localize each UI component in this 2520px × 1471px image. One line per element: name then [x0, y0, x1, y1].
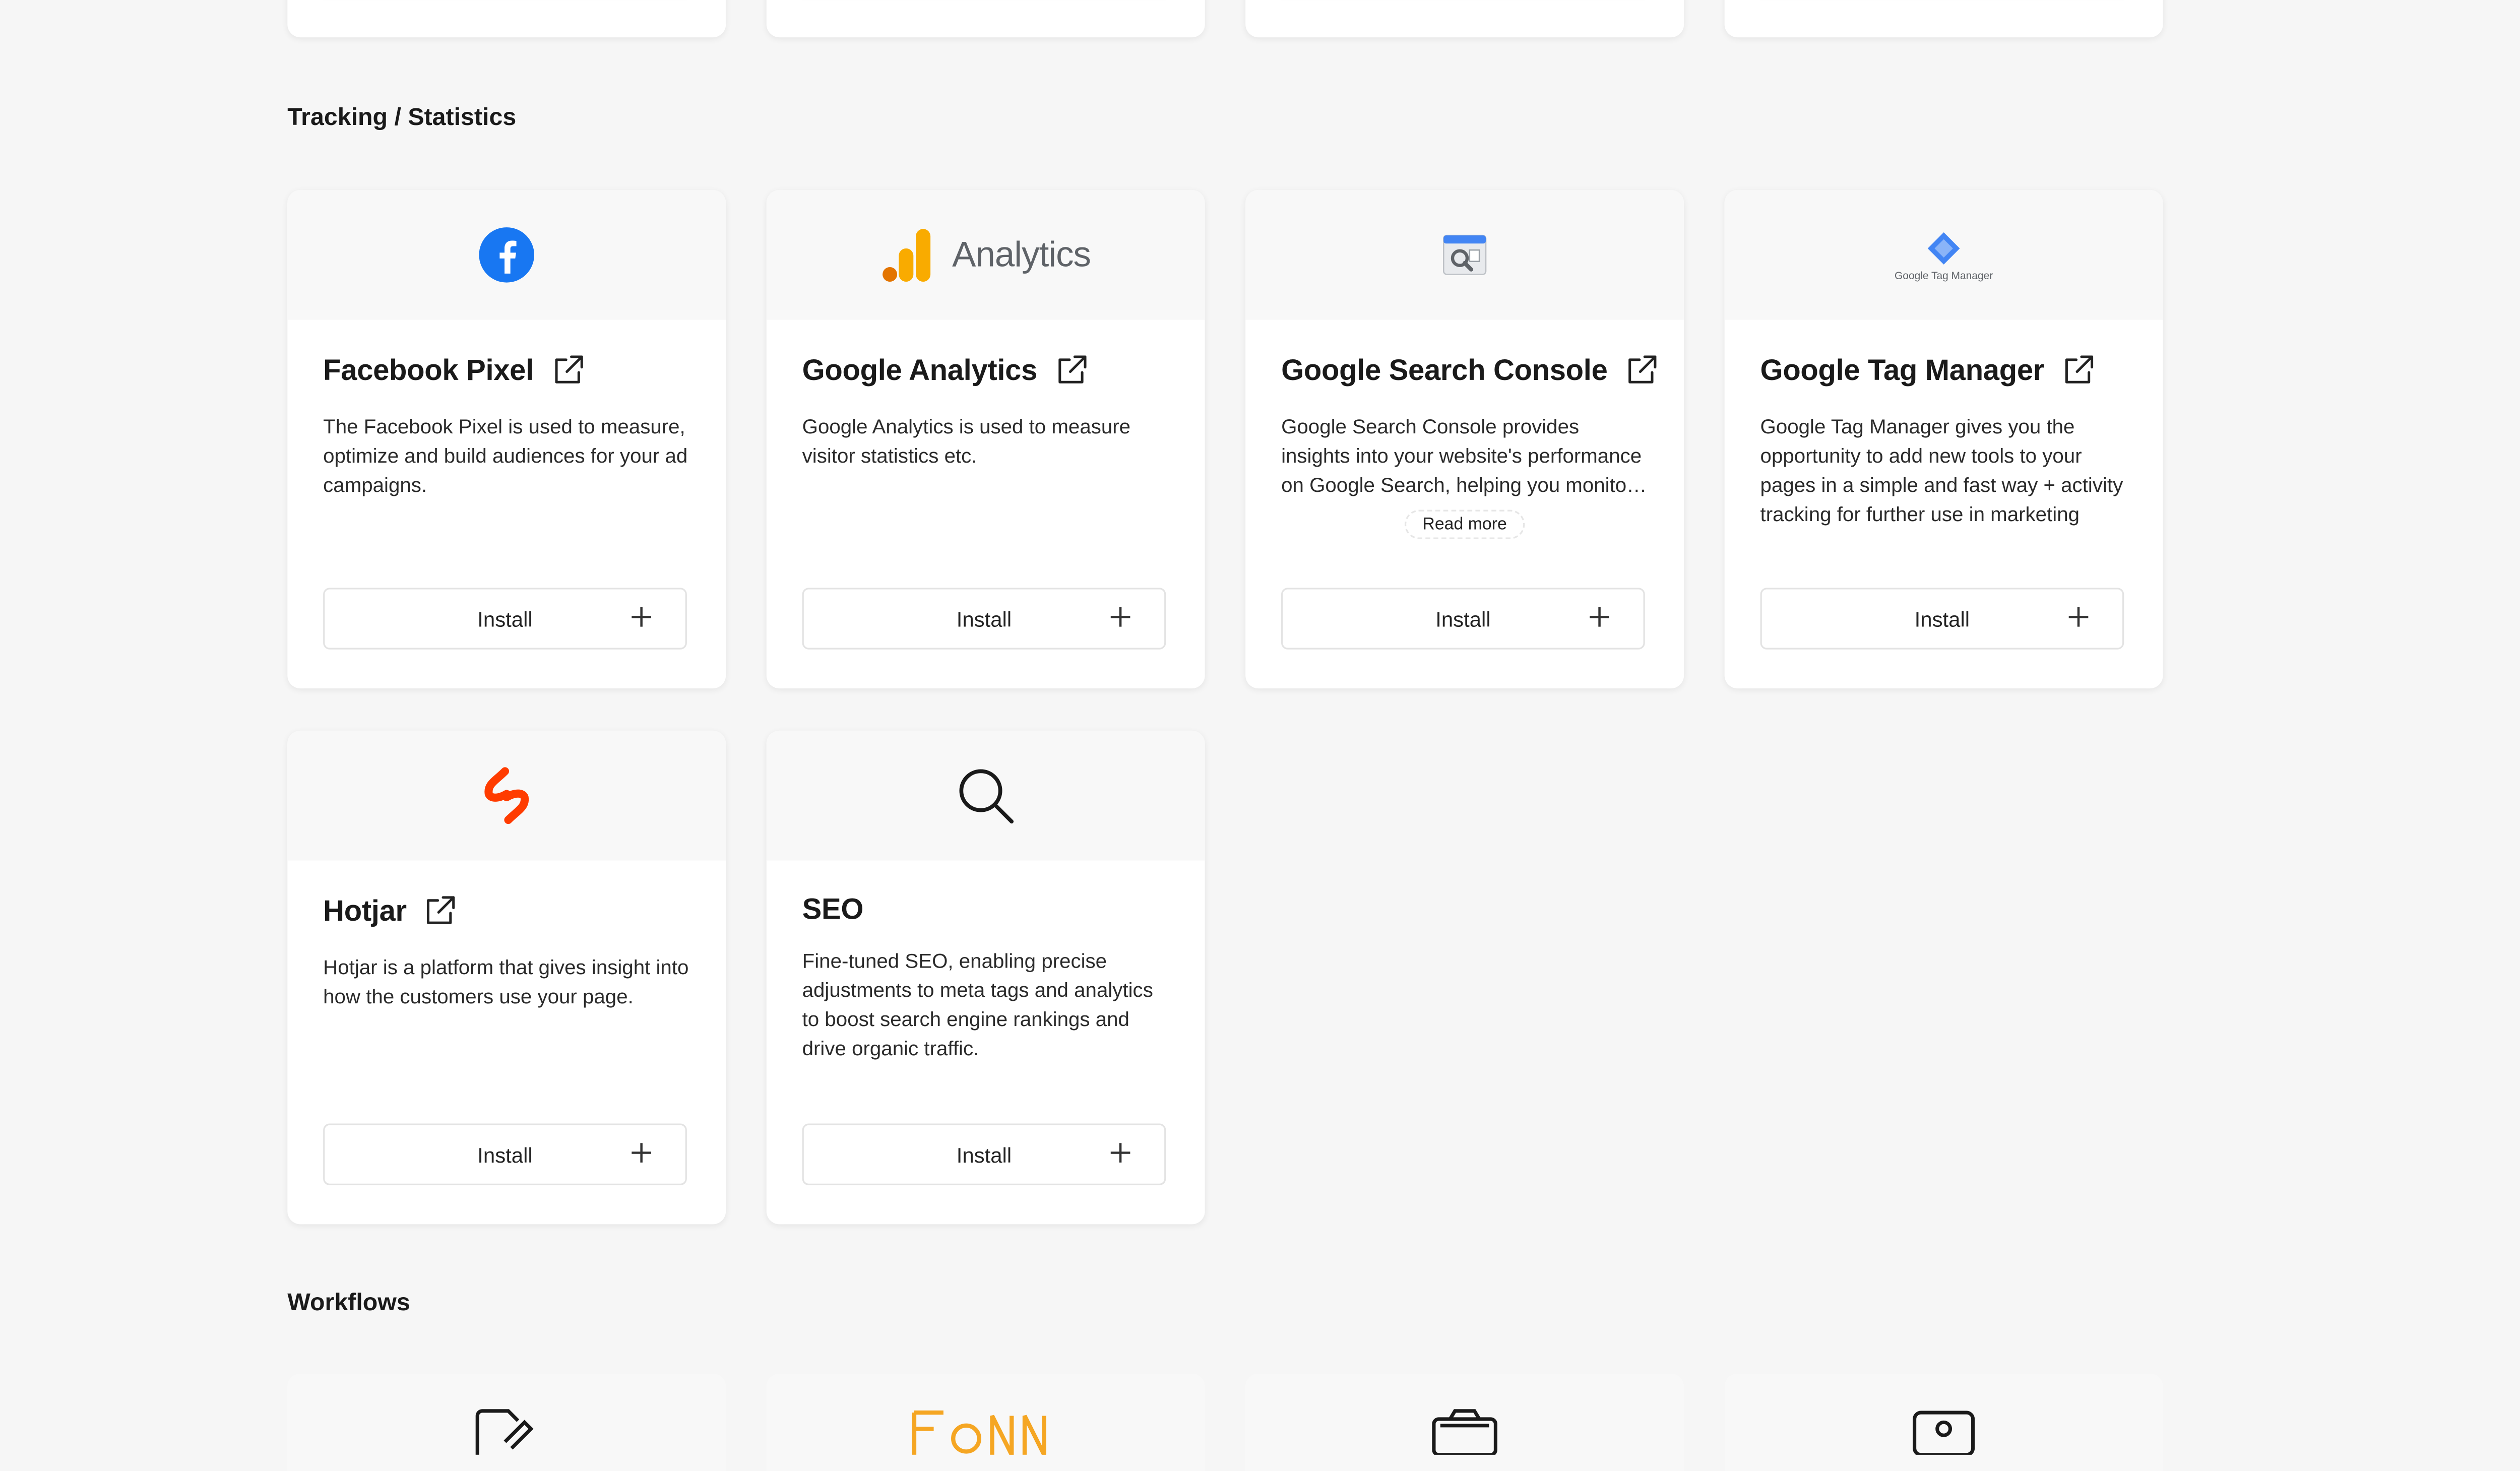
analytics-logo-text: Analytics	[952, 233, 1091, 275]
install-button[interactable]: Install	[323, 1123, 687, 1185]
hotjar-logo-icon	[484, 767, 529, 824]
section-title-tracking: Tracking / Statistics	[287, 104, 517, 132]
card-title: Hotjar	[323, 893, 407, 927]
tag-manager-logo-icon	[1927, 232, 1960, 265]
install-button[interactable]: Install	[802, 588, 1166, 650]
card-description: Fine-tuned SEO, enabling precise adjustm…	[802, 949, 1153, 1060]
card-logo-area	[287, 189, 726, 320]
plus-icon	[2068, 607, 2089, 627]
partial-card	[1245, 0, 1684, 38]
camera-icon	[1432, 1409, 1497, 1455]
integration-card-google-search-console: Google Search Console Google Search Cons…	[1245, 189, 1684, 689]
integrations-page: Tracking / Statistics Facebook Pixel The…	[0, 0, 2520, 1471]
read-more-label: Read more	[1404, 509, 1525, 539]
external-link-icon[interactable]	[2060, 352, 2096, 388]
external-link-icon[interactable]	[1624, 352, 1660, 388]
tag-manager-logo-text: Google Tag Manager	[1895, 271, 1993, 283]
plus-icon	[1590, 607, 1609, 627]
search-console-logo-icon	[1442, 234, 1487, 275]
card-description: Google Analytics is used to measure visi…	[802, 415, 1131, 468]
install-label: Install	[477, 1142, 533, 1167]
card-title: SEO	[802, 893, 864, 926]
integration-card-seo: SEO Fine-tuned SEO, enabling precise adj…	[766, 730, 1205, 1225]
card-logo-area	[287, 730, 726, 861]
partial-card	[1724, 0, 2163, 38]
install-label: Install	[956, 1142, 1012, 1167]
card-description: Google Tag Manager gives you the opportu…	[1760, 415, 2123, 526]
install-label: Install	[477, 606, 533, 631]
card-logo-area: Google Tag Manager	[1724, 189, 2163, 320]
install-label: Install	[956, 606, 1012, 631]
brand-logo-icon	[912, 1410, 1046, 1455]
plus-icon	[632, 1143, 651, 1163]
external-link-icon[interactable]	[423, 893, 459, 929]
plus-icon	[1110, 607, 1130, 627]
card-title: Google Tag Manager	[1760, 353, 2045, 386]
read-more-button[interactable]: Read more	[1245, 509, 1684, 539]
partial-card	[766, 1373, 1205, 1471]
search-icon	[959, 769, 1014, 824]
install-button[interactable]: Install	[1281, 588, 1645, 650]
plus-icon	[1110, 1143, 1130, 1163]
install-label: Install	[1914, 606, 1970, 631]
card-logo-area	[766, 730, 1205, 861]
partial-card	[1724, 1373, 2163, 1471]
install-label: Install	[1435, 606, 1491, 631]
card-logo-area	[1245, 189, 1684, 320]
section-title-workflows: Workflows	[287, 1289, 410, 1317]
plus-icon	[632, 607, 651, 627]
install-button[interactable]: Install	[802, 1123, 1166, 1185]
contact-card-icon	[1913, 1411, 1975, 1455]
integration-card-hotjar: Hotjar Hotjar is a platform that gives i…	[287, 730, 726, 1225]
google-analytics-logo-icon	[883, 229, 931, 282]
card-description: Hotjar is a platform that gives insight …	[323, 956, 689, 1008]
card-title: Google Search Console	[1281, 353, 1608, 386]
partial-card	[1245, 1373, 1684, 1471]
card-description: The Facebook Pixel is used to measure, o…	[323, 415, 688, 497]
partial-card	[287, 1373, 726, 1471]
external-link-icon[interactable]	[1053, 352, 1089, 388]
card-title: Google Analytics	[802, 353, 1038, 386]
card-logo-area: Analytics	[766, 189, 1205, 320]
partial-card	[766, 0, 1205, 38]
card-title: Facebook Pixel	[323, 353, 534, 386]
document-edit-icon	[475, 1409, 534, 1455]
card-description: Google Search Console provides insights …	[1281, 415, 1642, 497]
external-link-icon[interactable]	[550, 352, 586, 388]
install-button[interactable]: Install	[323, 588, 687, 650]
integration-card-facebook-pixel: Facebook Pixel The Facebook Pixel is use…	[287, 189, 726, 689]
partial-card	[287, 0, 726, 38]
integration-card-google-tag-manager: Google Tag Manager Google Tag Manager Go…	[1724, 189, 2163, 689]
install-button[interactable]: Install	[1760, 588, 2124, 650]
facebook-logo-icon	[479, 227, 535, 283]
integration-card-google-analytics: Analytics Google Analytics Google Analyt…	[766, 189, 1205, 689]
